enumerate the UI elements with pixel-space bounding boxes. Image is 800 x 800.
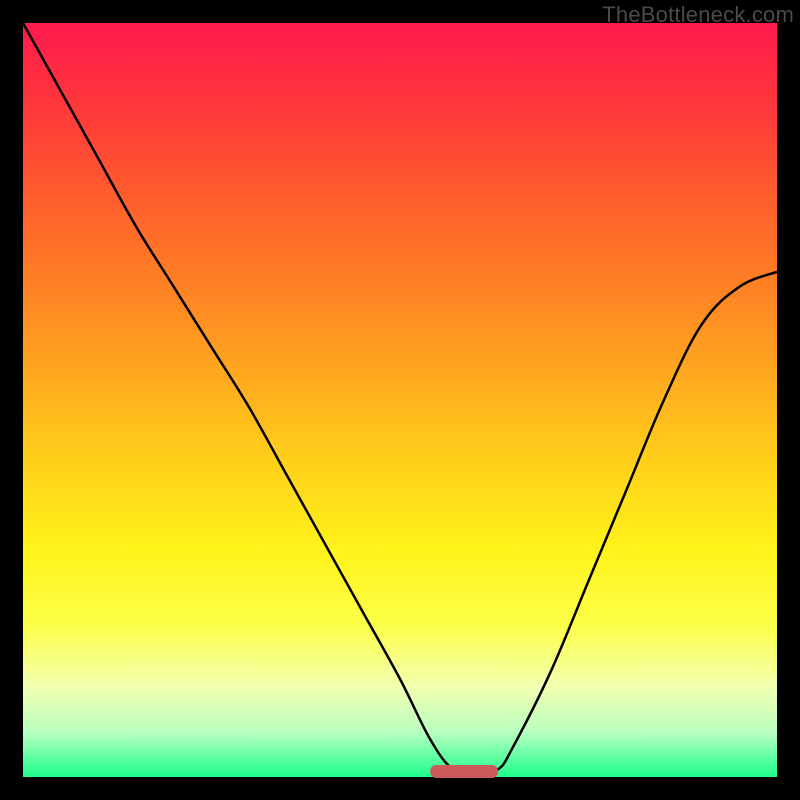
optimal-zone-marker [430, 765, 498, 778]
chart-frame: TheBottleneck.com [0, 0, 800, 800]
curve-group [23, 23, 777, 777]
chart-overlay-svg [0, 0, 800, 800]
bottleneck-curve [23, 23, 777, 777]
